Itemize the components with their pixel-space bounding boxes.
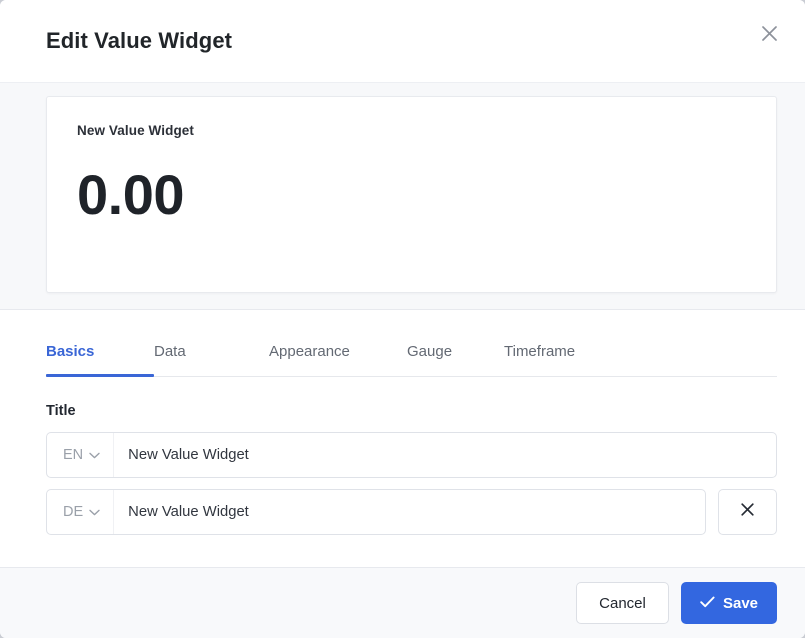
check-icon	[700, 595, 715, 612]
tabs-section: Basics Data Appearance Gauge Timeframe	[0, 310, 805, 377]
title-row-de: DE	[46, 489, 777, 535]
tab-data[interactable]: Data	[154, 343, 269, 376]
title-input-group-de: DE	[46, 489, 706, 535]
tab-basics[interactable]: Basics	[46, 343, 154, 376]
dialog-footer: Cancel Save	[0, 567, 805, 638]
save-button-label: Save	[723, 595, 758, 612]
title-input-group-en: EN	[46, 432, 777, 478]
tab-bar: Basics Data Appearance Gauge Timeframe	[46, 310, 777, 377]
dialog-title: Edit Value Widget	[46, 28, 232, 54]
dialog-header: Edit Value Widget	[0, 0, 805, 82]
basics-tab-panel: Title EN DE	[0, 377, 805, 567]
cancel-button[interactable]: Cancel	[576, 582, 669, 624]
widget-preview-section: New Value Widget 0.00	[0, 82, 805, 310]
title-input-de[interactable]	[114, 490, 705, 534]
language-select-en-label: EN	[63, 447, 83, 463]
language-select-en[interactable]: EN	[47, 433, 113, 477]
preview-widget-title: New Value Widget	[77, 123, 776, 138]
remove-title-row-de-button[interactable]	[718, 489, 777, 535]
title-row-en: EN	[46, 432, 777, 478]
title-input-en[interactable]	[114, 433, 776, 477]
preview-widget-value: 0.00	[77, 167, 776, 223]
save-button[interactable]: Save	[681, 582, 777, 624]
tab-timeframe[interactable]: Timeframe	[504, 343, 624, 376]
title-field-label: Title	[46, 403, 777, 419]
widget-preview-card: New Value Widget 0.00	[46, 96, 777, 293]
close-icon	[740, 502, 755, 522]
language-select-de-label: DE	[63, 504, 83, 520]
tab-appearance[interactable]: Appearance	[269, 343, 407, 376]
close-icon[interactable]	[753, 17, 785, 49]
chevron-down-icon	[89, 504, 100, 520]
chevron-down-icon	[89, 447, 100, 463]
edit-value-widget-dialog: Edit Value Widget New Value Widget 0.00 …	[0, 0, 805, 638]
tab-gauge[interactable]: Gauge	[407, 343, 504, 376]
language-select-de[interactable]: DE	[47, 490, 113, 534]
